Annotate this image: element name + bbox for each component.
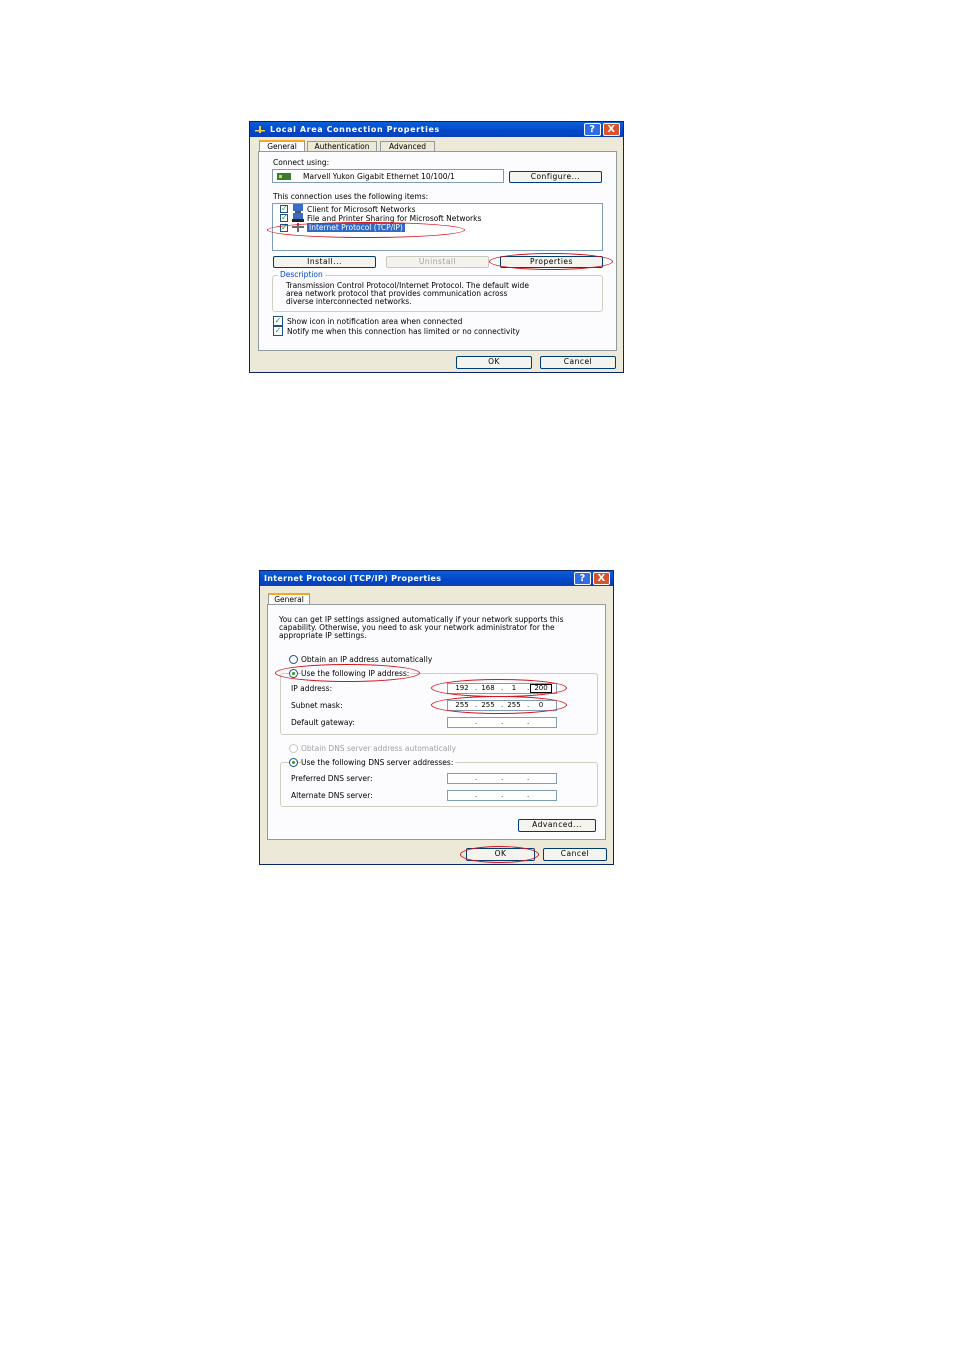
ip-octet: 0 <box>538 701 544 709</box>
ip-dot: . <box>501 718 504 726</box>
use-dns-label: Use the following DNS server addresses: <box>301 758 456 767</box>
tcpip-properties-dialog: Internet Protocol (TCP/IP) Properties ? … <box>259 570 614 865</box>
ok-button[interactable]: OK <box>466 848 535 861</box>
file-sharing-icon <box>292 213 304 222</box>
dialog-title: Local Area Connection Properties <box>270 125 440 134</box>
preferred-dns-label: Preferred DNS server: <box>291 774 373 783</box>
cancel-button[interactable]: Cancel <box>540 356 616 369</box>
general-panel: Connect using: Marvell Yukon Gigabit Eth… <box>258 151 617 351</box>
ip-octet: 255 <box>455 701 469 709</box>
advanced-button[interactable]: Advanced... <box>518 819 596 832</box>
ip-dot: . <box>527 718 530 726</box>
ip-octet: 192 <box>455 684 469 692</box>
install-button[interactable]: Install... <box>273 256 376 268</box>
obtain-dns-radio[interactable] <box>289 744 298 753</box>
ip-octet: 255 <box>507 701 521 709</box>
help-button[interactable]: ? <box>574 572 591 585</box>
adapter-field: Marvell Yukon Gigabit Ethernet 10/100/1 <box>272 169 504 183</box>
close-button[interactable]: X <box>603 123 620 136</box>
subnet-mask-field[interactable]: 255 . 255 . 255 . 0 <box>447 700 557 711</box>
cancel-button[interactable]: Cancel <box>543 848 607 861</box>
components-list[interactable]: ✓ Client for Microsoft Networks ✓ File a… <box>272 203 603 251</box>
protocol-icon <box>292 223 304 232</box>
preferred-dns-field[interactable]: . . . <box>447 773 557 784</box>
use-ip-radio[interactable] <box>289 669 298 678</box>
obtain-ip-label: Obtain an IP address automatically <box>301 655 433 664</box>
description-title: Description <box>278 270 325 279</box>
use-ip-label: Use the following IP address: <box>301 669 412 678</box>
show-icon-checkbox[interactable]: ✓ <box>273 316 283 326</box>
obtain-dns-label: Obtain DNS server address automatically <box>301 744 457 753</box>
alternate-dns-field[interactable]: . . . <box>447 790 557 801</box>
ip-dot: . <box>501 791 504 799</box>
use-dns-radio[interactable] <box>289 758 298 767</box>
ip-octet: 255 <box>481 701 495 709</box>
ip-address-field[interactable]: 192 . 168 . 1 . 200 <box>447 683 557 694</box>
list-item-selected[interactable]: ✓ Internet Protocol (TCP/IP) <box>273 223 573 233</box>
checkbox[interactable]: ✓ <box>280 214 288 222</box>
notify-label: Notify me when this connection has limit… <box>287 327 520 336</box>
notify-checkbox[interactable]: ✓ <box>273 326 283 336</box>
ip-dot: . <box>475 718 478 726</box>
gateway-field[interactable]: . . . <box>447 717 557 728</box>
help-button[interactable]: ? <box>584 123 601 136</box>
ip-dot: . <box>527 684 530 692</box>
close-button[interactable]: X <box>593 572 610 585</box>
dialog-title: Internet Protocol (TCP/IP) Properties <box>264 574 442 583</box>
alternate-dns-label: Alternate DNS server: <box>291 791 373 800</box>
title-bar[interactable]: Local Area Connection Properties ? X <box>250 122 623 137</box>
gateway-label: Default gateway: <box>291 718 355 727</box>
local-area-connection-dialog: Local Area Connection Properties ? X Gen… <box>249 121 624 373</box>
show-icon-label: Show icon in notification area when conn… <box>287 317 463 326</box>
adapter-name: Marvell Yukon Gigabit Ethernet 10/100/1 <box>303 172 455 181</box>
title-bar[interactable]: Internet Protocol (TCP/IP) Properties ? … <box>260 571 613 586</box>
uninstall-button[interactable]: Uninstall <box>386 256 489 268</box>
item-label: Internet Protocol (TCP/IP) <box>307 223 405 232</box>
client-network-icon <box>293 204 303 213</box>
items-label: This connection uses the following items… <box>273 192 429 201</box>
ip-octet: 1 <box>511 684 517 692</box>
ip-address-label: IP address: <box>291 684 333 693</box>
ip-octet: 200 <box>530 684 552 693</box>
network-connection-icon <box>255 126 265 133</box>
checkbox[interactable]: ✓ <box>280 224 288 232</box>
properties-button[interactable]: Properties <box>500 256 603 268</box>
ip-dot: . <box>501 774 504 782</box>
general-panel: You can get IP settings assigned automat… <box>267 604 606 840</box>
network-adapter-icon <box>277 173 291 180</box>
checkbox[interactable]: ✓ <box>280 205 288 213</box>
ip-octet: 168 <box>481 684 495 692</box>
subnet-mask-label: Subnet mask: <box>291 701 343 710</box>
ip-dot: . <box>527 701 530 709</box>
item-label: File and Printer Sharing for Microsoft N… <box>307 214 482 223</box>
configure-button[interactable]: Configure... <box>509 171 602 183</box>
obtain-ip-radio[interactable] <box>289 655 298 664</box>
connect-using-label: Connect using: <box>273 158 330 167</box>
ip-dot: . <box>475 774 478 782</box>
ip-dot: . <box>527 791 530 799</box>
ip-dot: . <box>475 791 478 799</box>
list-item[interactable]: ✓ File and Printer Sharing for Microsoft… <box>273 213 573 223</box>
ip-dot: . <box>527 774 530 782</box>
intro-text-line: appropriate IP settings. <box>279 631 367 640</box>
description-text-line: diverse interconnected networks. <box>286 297 412 306</box>
ok-button[interactable]: OK <box>456 356 532 369</box>
